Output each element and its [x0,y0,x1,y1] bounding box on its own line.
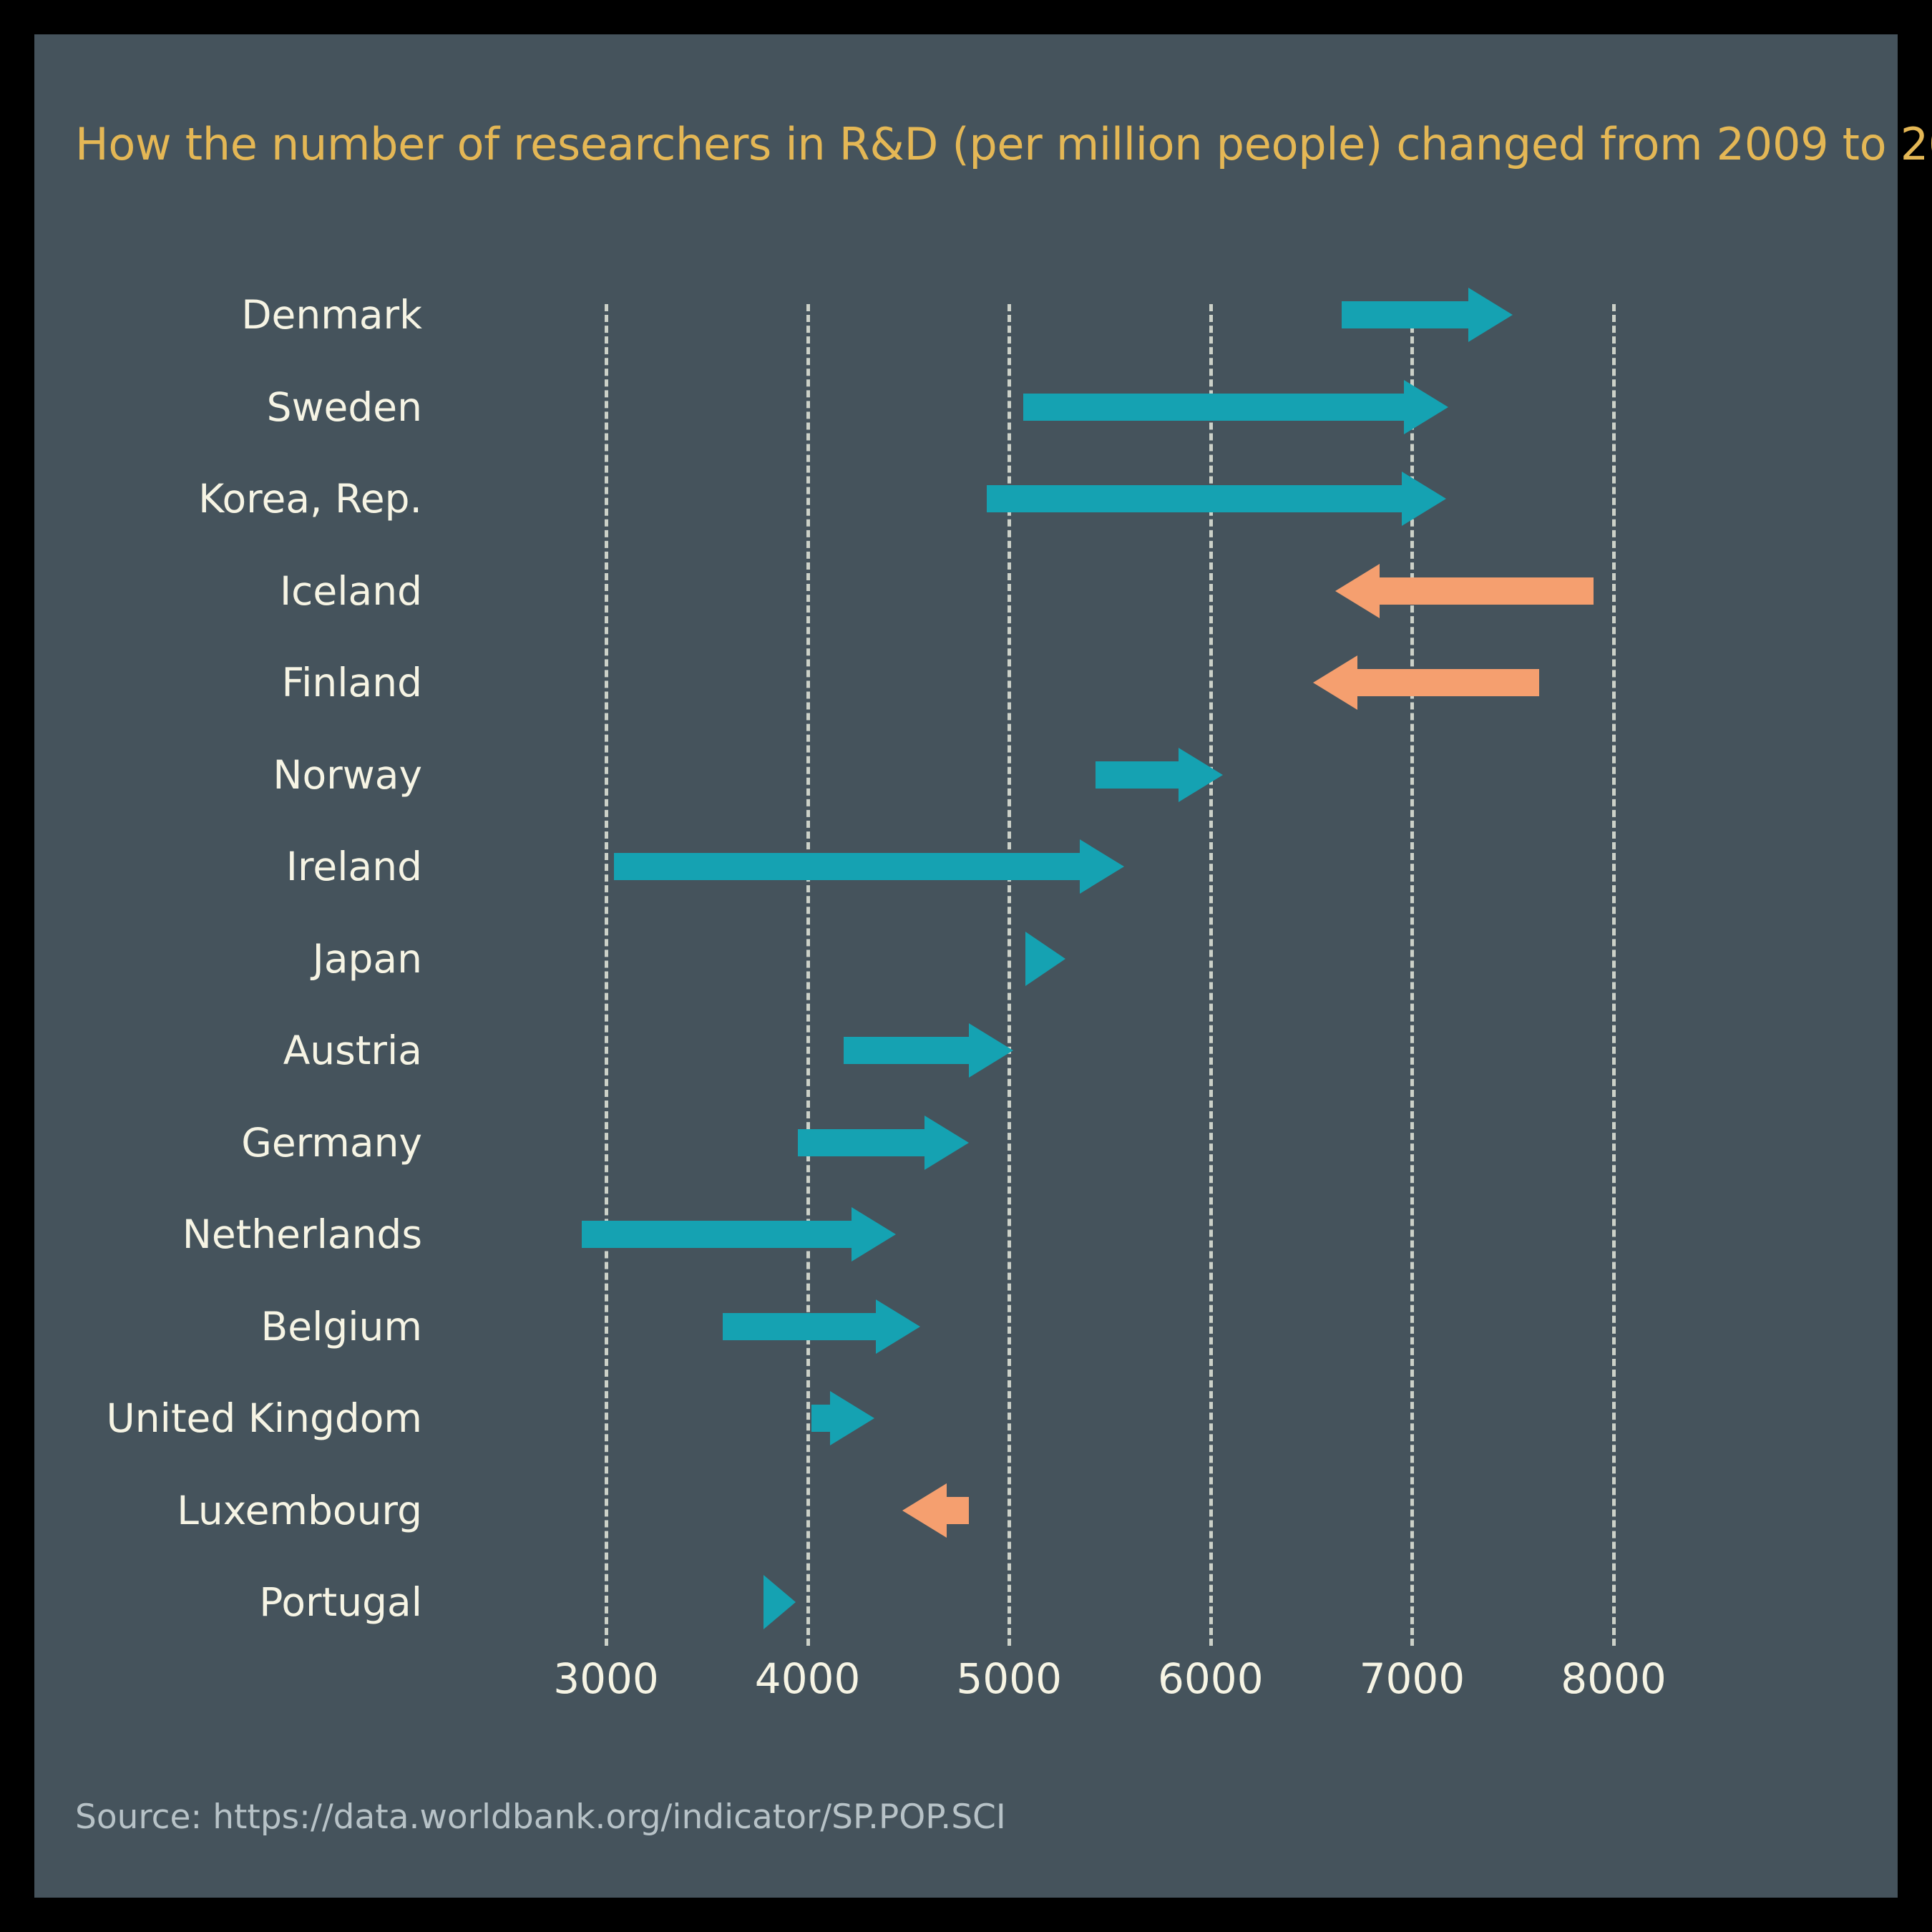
arrow-united-kingdom [811,1386,874,1450]
arrow-head [1079,839,1124,894]
arrow-germany [797,1111,969,1175]
arrow-netherlands [582,1202,897,1267]
arrow-shaft [1357,669,1539,696]
y-axis-label-sweden: Sweden [266,384,422,430]
arrow-shaft [987,485,1402,512]
arrow-head [852,1207,897,1262]
x-tick-label-7000: 7000 [1359,1654,1465,1703]
gridline-3000 [605,304,612,1646]
y-axis-label-korea-rep: Korea, Rep. [198,476,422,522]
y-axis-label-iceland: Iceland [279,567,422,614]
x-tick-label-5000: 5000 [956,1654,1062,1703]
plot-area: Denmark Sweden Korea, Rep. Iceland Finland No… [0,0,1932,1932]
arrow-head [1402,472,1447,526]
arrow-shaft [614,853,1080,880]
screenshot-canvas: How the number of researchers in R&D (pe… [0,0,1932,1932]
arrow-shaft [1023,393,1405,421]
arrow-head [924,1115,969,1170]
arrow-head [1335,563,1380,618]
x-tick-label-8000: 8000 [1561,1654,1667,1703]
arrow-finland [1313,650,1539,715]
arrow-portugal [763,1570,796,1634]
y-axis-label-united-kingdom: United Kingdom [106,1395,422,1441]
y-axis-label-denmark: Denmark [241,292,422,338]
gridline-8000 [1612,304,1619,1646]
arrow-luxembourg [902,1478,969,1543]
arrow-shaft [811,1405,830,1432]
arrow-japan [1025,927,1065,991]
y-axis-label-norway: Norway [273,751,422,798]
arrow-korea-rep [987,467,1447,531]
arrow-sweden [1023,375,1449,439]
x-tick-label-6000: 6000 [1157,1654,1264,1703]
arrow-denmark [1341,283,1513,347]
arrow-shaft [582,1221,852,1248]
y-axis-label-germany: Germany [241,1119,422,1166]
arrow-head [1178,747,1223,802]
arrow-head [968,1023,1013,1078]
x-tick-label-4000: 4000 [754,1654,861,1703]
arrow-head [902,1483,947,1538]
arrow-shaft [1380,577,1594,605]
y-axis-label-austria: Austria [283,1028,422,1073]
arrow-shaft [723,1312,877,1340]
y-axis-label-luxembourg: Luxembourg [177,1487,422,1533]
arrow-head [1468,288,1513,342]
y-axis-label-netherlands: Netherlands [182,1211,422,1257]
arrow-iceland [1335,559,1594,623]
arrow-belgium [723,1294,921,1359]
source-caption: Source: https://data.worldbank.org/indic… [75,1797,1005,1837]
arrow-head [876,1299,921,1354]
arrow-ireland [614,834,1124,899]
y-axis-label-finland: Finland [281,660,422,706]
y-axis-label-japan: Japan [312,935,422,982]
arrow-shaft [844,1037,969,1064]
arrow-head [763,1575,796,1629]
y-axis-label-portugal: Portugal [259,1579,422,1625]
arrow-austria [844,1018,1013,1083]
arrow-shaft [1096,761,1179,789]
arrow-head [1025,931,1065,986]
arrow-head [1404,379,1449,434]
arrow-shaft [797,1128,924,1156]
arrow-head [1313,655,1358,710]
arrow-shaft [946,1496,969,1524]
x-tick-label-3000: 3000 [553,1654,659,1703]
arrow-norway [1096,743,1223,807]
y-axis-label-ireland: Ireland [286,844,422,889]
y-axis-label-belgium: Belgium [260,1303,422,1350]
arrow-head [829,1391,874,1445]
arrow-shaft [1341,301,1469,328]
